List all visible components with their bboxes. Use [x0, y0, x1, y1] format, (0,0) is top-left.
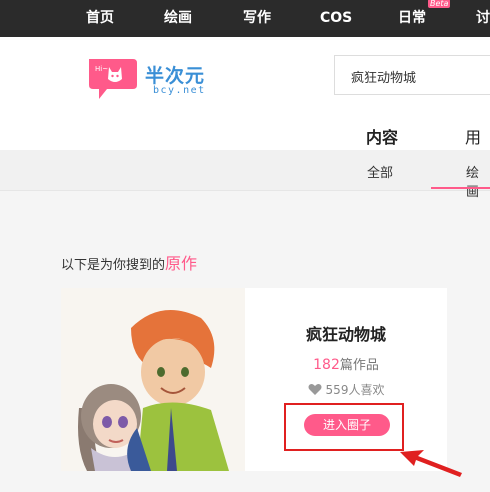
highlight-box [284, 403, 404, 451]
tab-content[interactable]: 内容 [366, 124, 398, 148]
sub-tab-bar: 全部 绘画 [0, 150, 490, 200]
sub-tab-all[interactable]: 全部 [367, 162, 393, 181]
works-suffix: 篇作品 [339, 358, 379, 373]
likes-info: 559人喜欢 [245, 381, 447, 399]
nav-item-writing[interactable]: 写作 [243, 0, 271, 37]
sub-tab-drawing[interactable]: 绘画 [466, 162, 490, 200]
nav-item-cos[interactable]: COS [320, 0, 352, 37]
beta-badge: Beta [428, 0, 451, 8]
result-keyword[interactable]: 原作 [165, 254, 197, 273]
annotation-arrow-icon [400, 450, 462, 477]
nav-item-drawing[interactable]: 绘画 [164, 0, 192, 37]
nav-item-home[interactable]: 首页 [86, 0, 114, 37]
search-result-summary: 以下是为你搜到的原作 [61, 250, 197, 274]
site-header: Hi~ 半次元 bcy.net 疯狂动物城 内容 用户 [0, 37, 490, 171]
result-prefix: 以下是为你搜到的 [61, 258, 166, 273]
circle-title[interactable]: 疯狂动物城 [245, 321, 447, 345]
logo-domain: bcy.net [153, 85, 206, 96]
heart-icon [308, 383, 322, 399]
works-count: 182篇作品 [245, 354, 447, 373]
circle-cover-image[interactable] [61, 288, 245, 471]
site-logo[interactable]: Hi~ 半次元 bcy.net [85, 53, 215, 101]
active-tab-indicator [431, 187, 490, 189]
nav-item-discuss[interactable]: 讨 [476, 0, 490, 37]
works-number: 182 [313, 357, 340, 373]
logo-bubble-text: Hi~ [95, 65, 108, 73]
search-input[interactable]: 疯狂动物城 [334, 55, 490, 95]
search-value: 疯狂动物城 [351, 71, 417, 86]
cover-illustration [61, 288, 245, 471]
nav-item-daily[interactable]: 日常 [398, 0, 426, 37]
top-nav-bar: 首页 绘画 写作 COS 日常 Beta 讨 [0, 0, 490, 37]
logo-cat-bubble-icon: Hi~ [89, 59, 137, 99]
likes-text: 559人喜欢 [325, 383, 385, 397]
logo-name: 半次元 [145, 65, 206, 87]
